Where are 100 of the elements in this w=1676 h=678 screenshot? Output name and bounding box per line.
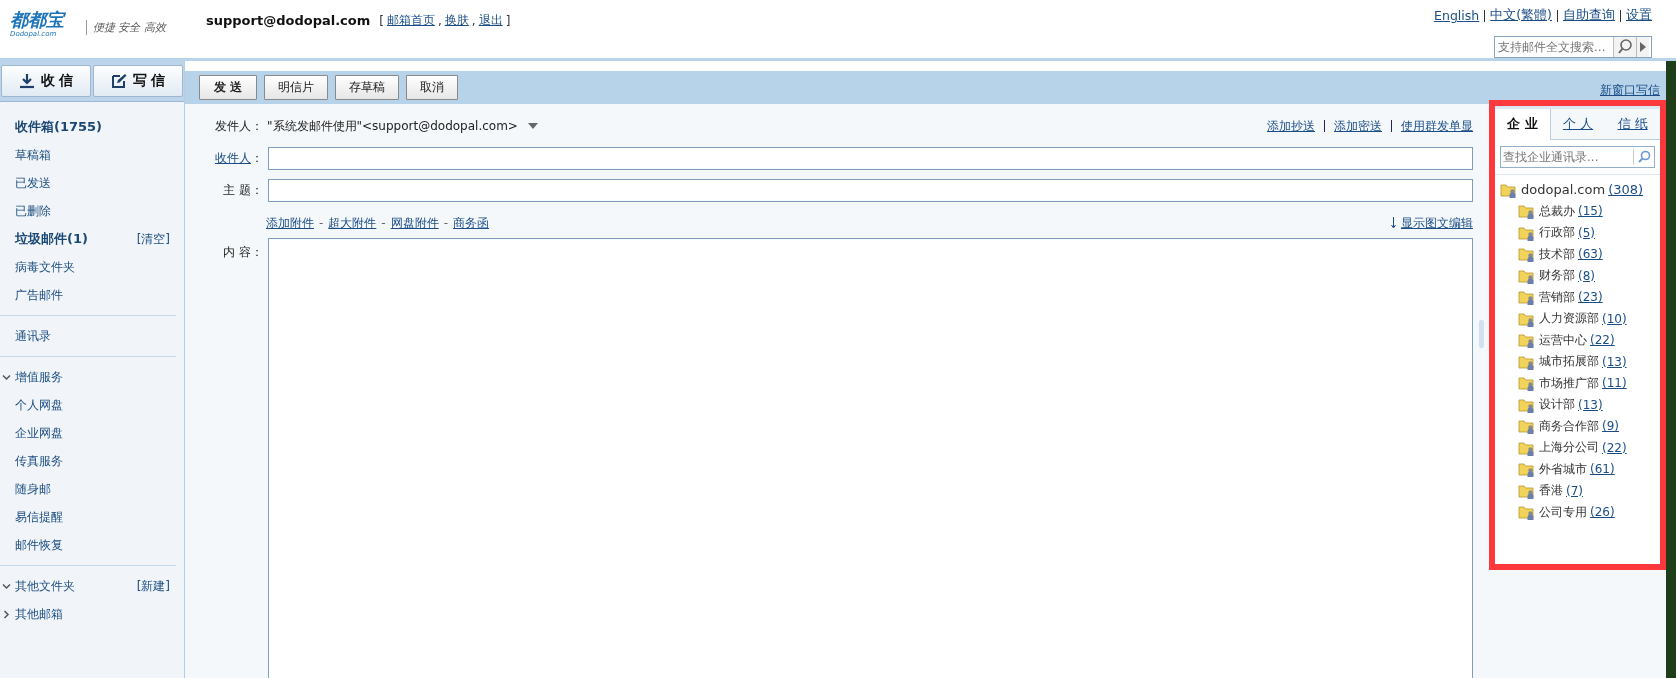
member-count-link[interactable]: (13) [1602,354,1627,369]
message-body-field[interactable] [268,238,1473,678]
department-name[interactable]: 公司专用 [1539,503,1587,521]
folder-item[interactable]: 已删除 [15,202,51,220]
recipient-option-link[interactable]: 添加抄送 [1267,117,1315,135]
chevron-down-icon[interactable] [2,373,11,382]
member-count-link[interactable]: (23) [1578,290,1603,305]
department-name[interactable]: 技术部 [1539,245,1575,263]
contacts-tab[interactable]: 个 人 [1550,109,1606,139]
department-name[interactable]: 市场推广部 [1539,374,1599,392]
folder-contact-icon [1500,181,1518,198]
rich-editor-link[interactable]: 显示图文编辑 [1401,214,1473,232]
folder-action-link[interactable]: [新建] [136,577,170,595]
department-name[interactable]: 财务部 [1539,267,1575,285]
attachment-link[interactable]: 商务函 [453,214,490,232]
member-count-link[interactable]: (9) [1602,419,1619,434]
department-name[interactable]: 香港 [1539,482,1563,500]
folder-item[interactable]: 已发送 [15,174,51,192]
compose-mail-button[interactable]: 写 信 [93,65,183,97]
caret-icon[interactable] [1636,37,1649,57]
search-icon[interactable] [1613,37,1636,57]
member-count-link[interactable]: (308) [1608,182,1644,198]
splitter-handle[interactable] [1478,320,1484,348]
dropdown-icon[interactable] [527,123,538,129]
service-item[interactable]: 个人网盘 [15,396,63,414]
folder-contact-icon [1518,418,1536,435]
account-link[interactable]: 退出 [478,12,503,29]
subject-field[interactable] [268,178,1473,202]
department-name[interactable]: 总裁办 [1539,202,1575,220]
folder-contact-icon [1518,332,1536,349]
receive-mail-button[interactable]: 收 信 [1,65,91,97]
department-name[interactable]: 人力资源部 [1539,310,1599,328]
folder-item[interactable]: 通讯录 [15,327,51,345]
chevron-down-icon[interactable] [2,582,11,591]
section-header[interactable]: 增值服务 [15,368,63,386]
department-name[interactable]: 商务合作部 [1539,417,1599,435]
department-name[interactable]: 设计部 [1539,396,1575,414]
folder-item[interactable]: 垃圾邮件(1) [15,230,88,248]
department-name[interactable]: 行政部 [1539,224,1575,242]
member-count-link[interactable]: (61) [1590,462,1615,477]
section-header[interactable]: 其他文件夹 [15,577,75,595]
separator-text: , [438,13,442,28]
member-count-link[interactable]: (8) [1578,268,1595,283]
folder-contact-icon [1518,246,1536,263]
top-link[interactable]: English [1434,8,1480,23]
slogan: 便捷 安全 高效 [86,20,166,35]
member-count-link[interactable]: (22) [1602,440,1627,455]
toolbar-button[interactable]: 发 送 [199,75,258,100]
account-link[interactable]: 换肤 [444,12,469,29]
department-name[interactable]: 运营中心 [1539,331,1587,349]
top-link[interactable]: 自助查询 [1563,7,1615,24]
contact-search-field[interactable]: 查找企业通讯录... [1500,146,1655,168]
department-name[interactable]: 营销部 [1539,288,1575,306]
department-name[interactable]: 城市拓展部 [1539,353,1599,371]
member-count-link[interactable]: (22) [1590,333,1615,348]
department-name[interactable]: 外省城市 [1539,460,1587,478]
section-header[interactable]: 其他邮箱 [15,605,63,623]
service-item[interactable]: 易信提醒 [15,508,63,526]
member-count-link[interactable]: (13) [1578,397,1603,412]
mail-search-field[interactable]: 支持邮件全文搜索... [1494,36,1652,58]
service-item[interactable]: 邮件恢复 [15,536,63,554]
service-item[interactable]: 企业网盘 [15,424,63,442]
new-window-link[interactable]: 新窗口写信 [1600,82,1660,99]
folder-item[interactable]: 草稿箱 [15,146,51,164]
contacts-tab[interactable]: 信 纸 [1605,109,1660,139]
member-count-link[interactable]: (10) [1602,311,1627,326]
attachment-link[interactable]: 网盘附件 [390,214,439,232]
service-item[interactable]: 随身邮 [15,480,51,498]
folder-item[interactable]: 广告邮件 [15,286,63,304]
folder-contact-icon [1518,439,1536,456]
department-name[interactable]: dodopal.com [1521,182,1606,198]
recipient-field[interactable] [268,146,1473,170]
member-count-link[interactable]: (26) [1590,505,1615,520]
toolbar-button[interactable]: 取消 [406,75,459,100]
folder-contact-icon [1518,461,1536,478]
folder-contact-icon [1518,289,1536,306]
member-count-link[interactable]: (15) [1578,204,1603,219]
top-link[interactable]: 中文(繁體) [1490,7,1552,24]
chevron-right-icon[interactable] [2,610,11,619]
account-link[interactable]: 邮箱首页 [387,12,435,29]
top-link[interactable]: 设置 [1626,7,1652,24]
recipient-option-link[interactable]: 使用群发单显 [1401,117,1473,135]
department-name[interactable]: 上海分公司 [1539,439,1599,457]
service-item[interactable]: 传真服务 [15,452,63,470]
member-count-link[interactable]: (11) [1602,376,1627,391]
folder-item[interactable]: 收件箱(1755) [15,118,103,136]
member-count-link[interactable]: (7) [1566,483,1583,498]
attachment-link[interactable]: 添加附件 [266,214,314,232]
folder-item[interactable]: 病毒文件夹 [15,258,75,276]
member-count-link[interactable]: (63) [1578,247,1603,262]
folder-action-link[interactable]: [清空] [136,230,170,248]
field-label: 发件人： [214,117,263,135]
recipient-label-link[interactable]: 收件人 [215,149,251,167]
toolbar-button[interactable]: 明信片 [264,75,329,100]
member-count-link[interactable]: (5) [1578,225,1595,240]
contacts-tab[interactable]: 企 业 [1495,109,1551,140]
toolbar-button[interactable]: 存草稿 [335,75,400,100]
recipient-option-link[interactable]: 添加密送 [1334,117,1382,135]
attachment-link[interactable]: 超大附件 [328,214,377,232]
folder-contact-icon [1518,224,1536,241]
